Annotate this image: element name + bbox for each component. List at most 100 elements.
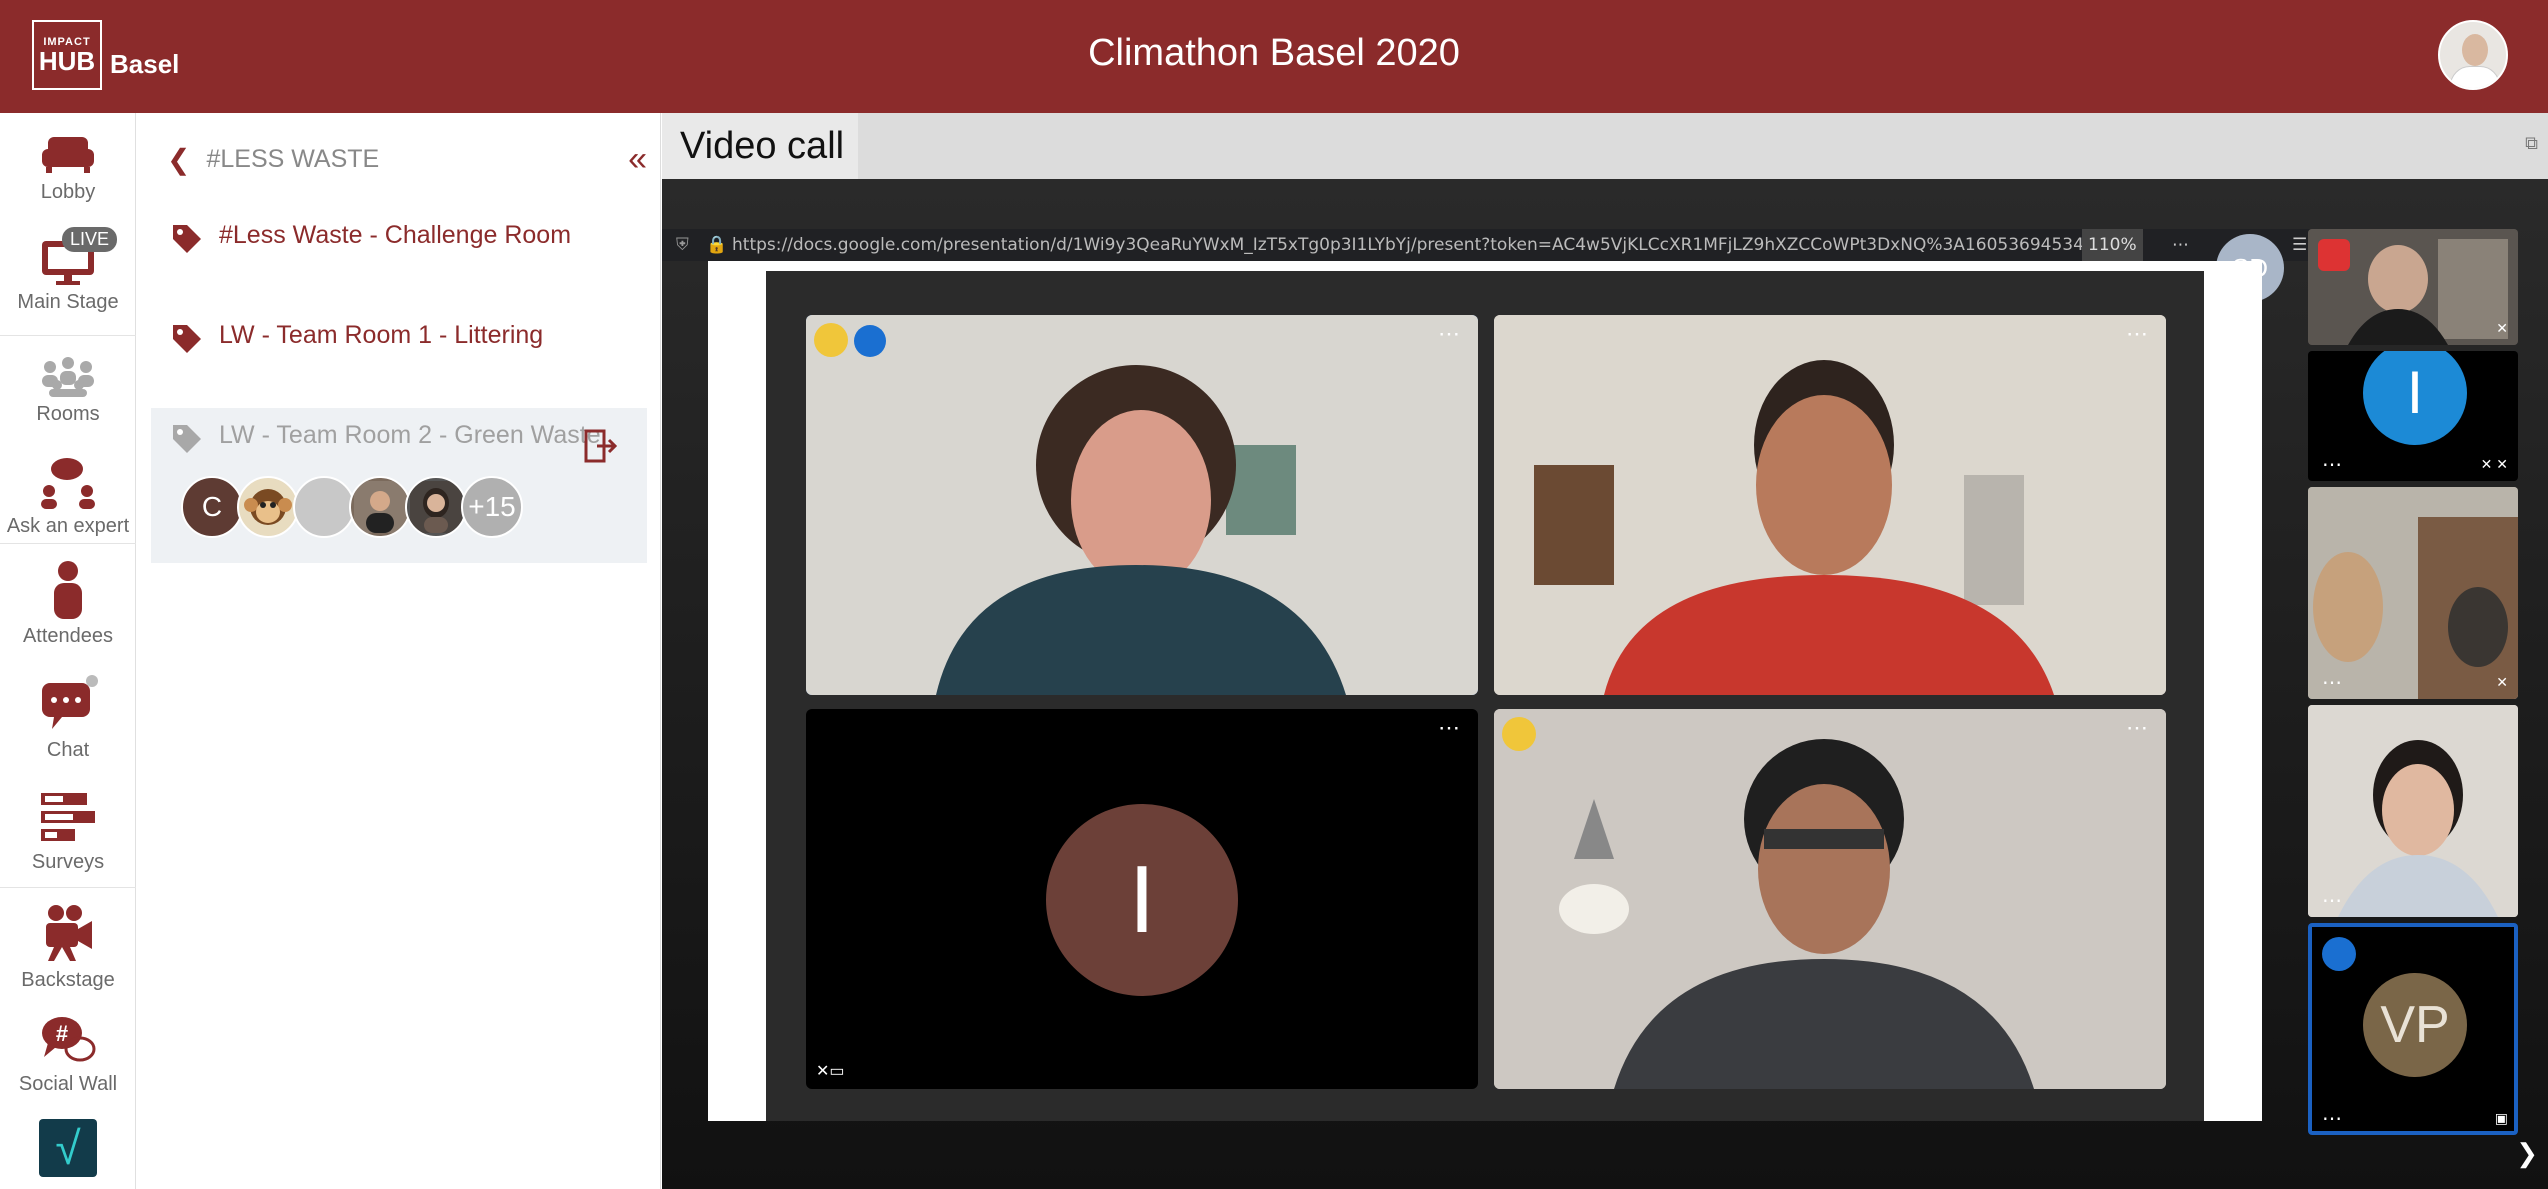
more-options-icon[interactable]: ⋯ bbox=[2322, 1106, 2342, 1131]
filmstrip-tile-2[interactable]: I ⋯ ✕ ✕ bbox=[2308, 351, 2518, 481]
rooms-panel: ❮ #LESS WASTE « #Less Waste - Challenge … bbox=[137, 113, 661, 1189]
nav-ask-expert[interactable]: Ask an expert bbox=[0, 455, 136, 538]
nav-main-stage[interactable]: LIVE Main Stage bbox=[0, 227, 136, 314]
muted-icon: ✕ bbox=[2496, 674, 2508, 690]
room-item-littering[interactable]: LW - Team Room 1 - Littering bbox=[151, 321, 647, 355]
rooms-header: ❮ #LESS WASTE « bbox=[167, 139, 647, 179]
nav-label: Backstage bbox=[21, 969, 115, 991]
chevron-right-icon[interactable]: ❯ bbox=[2516, 1138, 2538, 1169]
more-dots-icon: ⋯ bbox=[2172, 235, 2189, 255]
room-item-challenge[interactable]: #Less Waste - Challenge Room bbox=[151, 221, 647, 255]
room-name: LW - Team Room 2 - Green Waste bbox=[219, 421, 601, 449]
popout-icon[interactable]: ⧉ bbox=[2525, 133, 2538, 154]
monkey-icon bbox=[244, 489, 292, 525]
v-logo-icon: √ bbox=[39, 1119, 97, 1177]
camera-icon bbox=[46, 905, 92, 961]
signal-icon bbox=[2318, 239, 2350, 271]
main-content: Video call ⧉ ⛨ 🔒 https://docs.google.com… bbox=[662, 113, 2548, 1189]
zoom-level: 110% bbox=[2082, 229, 2143, 261]
tab-bar: ⧉ bbox=[858, 113, 2548, 179]
nav-surveys[interactable]: Surveys bbox=[0, 787, 136, 874]
participant-avatar[interactable] bbox=[405, 476, 467, 538]
participant-initial-avatar: VP bbox=[2363, 973, 2467, 1077]
nav-label: Chat bbox=[46, 739, 90, 761]
participant-initial-avatar: I bbox=[2363, 351, 2467, 445]
bar-list-icon bbox=[41, 793, 95, 841]
participant-avatar[interactable]: C bbox=[181, 476, 243, 538]
more-options-icon[interactable]: ⋯ bbox=[1438, 715, 1460, 741]
person-icon bbox=[54, 561, 82, 619]
participant-avatar[interactable] bbox=[349, 476, 411, 538]
tab-video-call[interactable]: Video call bbox=[662, 113, 858, 179]
room-participants: C +15 bbox=[181, 476, 523, 538]
exit-room-icon[interactable] bbox=[583, 428, 617, 464]
nav-social-wall[interactable]: # Social Wall bbox=[0, 1013, 136, 1096]
left-navigation: Lobby LIVE Main Stage Rooms Ask an exper… bbox=[0, 113, 136, 1189]
nav-divider bbox=[0, 887, 136, 888]
more-count: +15 bbox=[468, 491, 516, 522]
participant-avatar[interactable] bbox=[237, 476, 299, 538]
collapse-panel-icon[interactable]: « bbox=[628, 140, 647, 179]
filmstrip-tile-5[interactable]: VP ⋯ ▣ bbox=[2308, 923, 2518, 1135]
nav-label: Main Stage bbox=[17, 291, 119, 313]
filmstrip-tile-3[interactable]: ⋯ ✕ bbox=[2308, 487, 2518, 699]
video-tile-1[interactable]: ⋯ bbox=[806, 315, 1478, 695]
nav-label: Social Wall bbox=[18, 1073, 118, 1095]
participant-avatar[interactable] bbox=[293, 476, 355, 538]
audio-level-icon bbox=[1502, 717, 1536, 751]
video-tile-3[interactable]: I ✕▭ ⋯ bbox=[806, 709, 1478, 1089]
more-options-icon[interactable]: ⋯ bbox=[2322, 452, 2342, 477]
shared-screen: ⋯ ⋯ I ✕▭ ⋯ ⋯ bbox=[708, 261, 2262, 1121]
video-tile-4[interactable]: ⋯ bbox=[1494, 709, 2166, 1089]
screen-share-icon: ▣ bbox=[2494, 1110, 2508, 1126]
nav-chat[interactable]: Chat bbox=[0, 673, 136, 762]
room-group-title: #LESS WASTE bbox=[206, 144, 380, 173]
more-participants-badge[interactable]: +15 bbox=[461, 476, 523, 538]
nav-lobby[interactable]: Lobby bbox=[0, 131, 136, 204]
live-badge: LIVE bbox=[62, 227, 118, 252]
more-options-icon[interactable]: ⋯ bbox=[2322, 888, 2342, 913]
filmstrip-tile-1[interactable]: ✕ bbox=[2308, 229, 2518, 345]
more-options-icon[interactable]: ⋯ bbox=[2322, 670, 2342, 695]
lock-icon: 🔒 bbox=[706, 235, 728, 255]
room-name: LW - Team Room 1 - Littering bbox=[219, 321, 544, 349]
shared-grid: ⋯ ⋯ I ✕▭ ⋯ ⋯ bbox=[766, 271, 2204, 1121]
more-options-icon[interactable]: ⋯ bbox=[2126, 715, 2148, 741]
menu-icon: ☰ bbox=[2292, 235, 2308, 255]
nav-label: Lobby bbox=[40, 181, 96, 203]
speaker-icon bbox=[2322, 937, 2356, 971]
hashtag-chat-icon: # bbox=[42, 1017, 96, 1062]
event-title: Climathon Basel 2020 bbox=[1088, 32, 1460, 74]
speaker-icon bbox=[854, 325, 886, 357]
shared-url: https://docs.google.com/presentation/d/1… bbox=[732, 235, 2106, 255]
nav-label: Surveys bbox=[31, 851, 105, 873]
participant-video bbox=[1494, 709, 2166, 1089]
participant-initial-avatar: I bbox=[1046, 804, 1238, 996]
participant-initial: C bbox=[201, 491, 223, 522]
room-item-green-waste[interactable]: LW - Team Room 2 - Green Waste C +15 bbox=[151, 408, 647, 563]
shared-browser-urlbar: ⛨ 🔒 https://docs.google.com/presentation… bbox=[662, 229, 2312, 261]
nav-label: Attendees bbox=[22, 625, 114, 647]
tag-icon bbox=[173, 425, 201, 453]
nav-rooms[interactable]: Rooms bbox=[0, 353, 136, 426]
svg-text:#: # bbox=[56, 1021, 68, 1046]
nav-label: Rooms bbox=[36, 403, 100, 425]
video-call-area: ⛨ 🔒 https://docs.google.com/presentation… bbox=[662, 179, 2548, 1189]
muted-icon: ✕ ✕ bbox=[2480, 456, 2508, 472]
filmstrip-tile-4[interactable]: ⋯ bbox=[2308, 705, 2518, 917]
nav-attendees[interactable]: Attendees bbox=[0, 559, 136, 648]
nav-app-logo[interactable]: √ bbox=[0, 1119, 136, 1177]
nav-backstage[interactable]: Backstage bbox=[0, 903, 136, 992]
muted-icon: ✕ bbox=[2496, 320, 2508, 336]
shield-icon: ⛨ bbox=[676, 235, 689, 255]
participant-video bbox=[1494, 315, 2166, 695]
tag-icon bbox=[173, 325, 201, 353]
more-options-icon[interactable]: ⋯ bbox=[1438, 321, 1460, 347]
user-avatar[interactable] bbox=[2438, 20, 2508, 90]
sofa-icon bbox=[42, 137, 94, 173]
nav-divider bbox=[0, 335, 136, 336]
chevron-left-icon[interactable]: ❮ bbox=[167, 143, 190, 176]
more-options-icon[interactable]: ⋯ bbox=[2126, 321, 2148, 347]
video-tile-2[interactable]: ⋯ bbox=[1494, 315, 2166, 695]
group-icon bbox=[42, 357, 94, 397]
